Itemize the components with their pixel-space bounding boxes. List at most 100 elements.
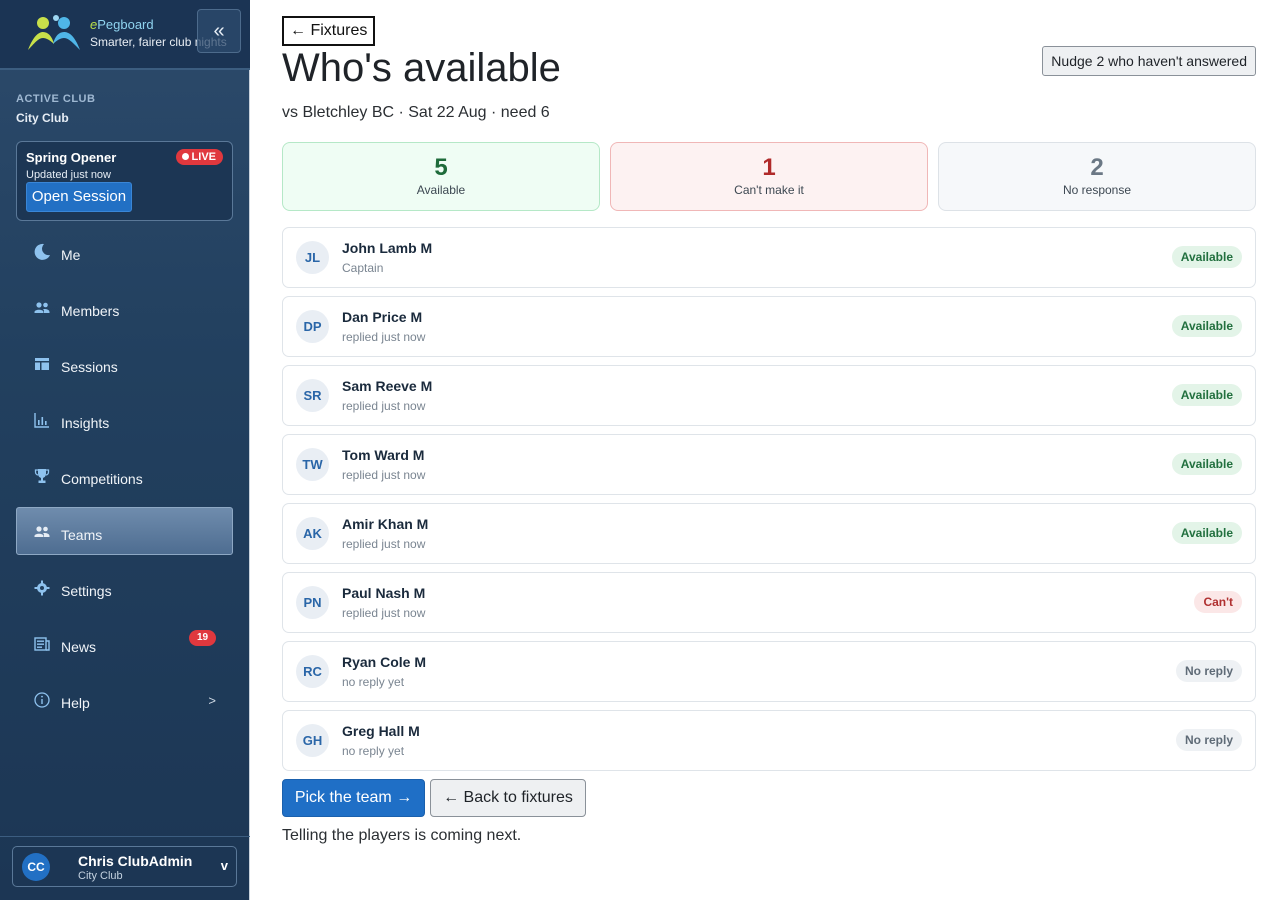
sidebar-item-help[interactable]: Help > [16,675,233,723]
player-avatar: SR [296,379,329,412]
player-note: replied just now [342,537,426,551]
player-note: replied just now [342,399,426,413]
player-row: SR Sam Reeve M replied just now Availabl… [282,365,1256,426]
user-divider [0,836,250,837]
sidebar-item-teams[interactable]: Teams [16,507,233,555]
player-note: Captain [342,261,384,275]
session-title: Spring Opener [26,150,117,165]
sidebar-item-label: Teams [61,527,103,543]
page-title: Who's available [282,46,561,90]
live-session-card: Spring Opener LIVE Updated just now Open… [16,141,233,221]
status-badge: Available [1171,453,1242,475]
user-club: City Club [78,870,123,882]
stat-value: 1 [762,154,776,181]
stat-label: Available [416,183,466,197]
live-dot-icon [181,153,189,160]
player-name: Paul Nash M [342,585,426,601]
stat-available: 5 Available [282,142,600,211]
sidebar-item-label: Sessions [61,359,118,375]
stat-no-response: 2 No response [938,142,1256,211]
user-menu[interactable]: CC Chris ClubAdmin City Club v [12,846,237,887]
collapse-sidebar-button[interactable]: « [197,9,241,53]
player-note: replied just now [342,468,426,482]
sidebar-item-members[interactable]: Members [16,283,233,331]
pick-team-button[interactable]: Pick the team → [282,779,425,817]
sidebar-nav: Me Members Sessions Insights Competition… [16,227,233,731]
player-name: Sam Reeve M [342,378,433,394]
people-icon [34,526,50,537]
player-avatar: PN [296,586,329,619]
player-name: John Lamb M [342,240,433,256]
back-to-fixtures-link[interactable]: ← Fixtures [282,16,376,46]
player-row: GH Greg Hall M no reply yet No reply [282,710,1256,771]
status-badge: Available [1171,315,1242,337]
stat-label: Can't make it [734,183,804,197]
player-avatar: JL [296,241,329,274]
back-to-fixtures-button[interactable]: ← Back to fixtures [430,779,586,817]
sidebar-item-me[interactable]: Me [16,227,233,275]
player-row: RC Ryan Cole M no reply yet No reply [282,641,1256,702]
player-note: no reply yet [342,744,405,758]
stat-label: No response [1062,183,1132,197]
avatar: CC [22,853,50,881]
player-row: JL John Lamb M Captain Available [282,227,1256,288]
people-icon [34,302,50,313]
stat-value: 5 [434,154,448,181]
brand-name: ePegboard [90,17,154,32]
sidebar-item-label: Help [61,695,90,711]
player-list: JL John Lamb M Captain Available DP Dan … [282,227,1256,779]
bar-chart-icon [34,413,49,428]
layout-icon [35,358,49,370]
status-badge: Can't [1194,591,1242,613]
user-name: Chris ClubAdmin [78,853,193,869]
player-name: Dan Price M [342,309,423,325]
player-name: Greg Hall M [342,723,420,739]
status-badge: No reply [1175,660,1242,682]
player-name: Tom Ward M [342,447,425,463]
player-note: replied just now [342,606,426,620]
status-badge: Available [1171,384,1242,406]
sidebar-item-label: Settings [61,583,112,599]
active-club-label: ACTIVE CLUB [16,93,96,105]
sidebar-item-label: Members [61,303,120,319]
trophy-icon [34,469,50,483]
logo-icon [28,15,80,50]
newspaper-icon [34,637,50,651]
live-badge: LIVE [175,149,223,165]
stat-value: 2 [1090,154,1104,181]
player-row: PN Paul Nash M replied just now Can't [282,572,1256,633]
brand-header: ePegboard Smarter, fairer club nights « [0,0,250,70]
sidebar-item-competitions[interactable]: Competitions [16,451,233,499]
nudge-button[interactable]: Nudge 2 who haven't answered [1042,46,1256,76]
player-note: no reply yet [342,675,405,689]
sidebar-item-label: Insights [61,415,110,431]
sidebar-item-sessions[interactable]: Sessions [16,339,233,387]
sidebar-item-settings[interactable]: Settings [16,563,233,611]
footnote: Telling the players is coming next. [282,827,522,844]
active-club-name: City Club [16,111,69,125]
player-row: TW Tom Ward M replied just now Available [282,434,1256,495]
session-updated: Updated just now [26,169,111,181]
player-avatar: GH [296,724,329,757]
news-count-badge: 19 [189,630,216,646]
sidebar-item-label: Competitions [61,471,143,487]
moon-icon [34,243,50,260]
player-avatar: DP [296,310,329,343]
status-badge: Available [1171,246,1242,268]
sidebar-item-news[interactable]: News 19 [16,619,233,667]
info-icon [34,692,50,708]
chevron-down-icon: v [220,858,228,873]
player-row: AK Amir Khan M replied just now Availabl… [282,503,1256,564]
double-chevron-left-icon: « [213,20,225,42]
sidebar: ePegboard Smarter, fairer club nights « … [0,0,250,900]
gear-icon [34,580,50,596]
player-note: replied just now [342,330,426,344]
player-name: Ryan Cole M [342,654,427,670]
fixture-subtitle: vs Bletchley BC · Sat 22 Aug · need 6 [282,104,550,121]
status-badge: No reply [1175,729,1242,751]
sidebar-item-insights[interactable]: Insights [16,395,233,443]
open-session-button[interactable]: Open Session [26,182,132,212]
stat-cant: 1 Can't make it [610,142,928,211]
player-row: DP Dan Price M replied just now Availabl… [282,296,1256,357]
player-avatar: TW [296,448,329,481]
